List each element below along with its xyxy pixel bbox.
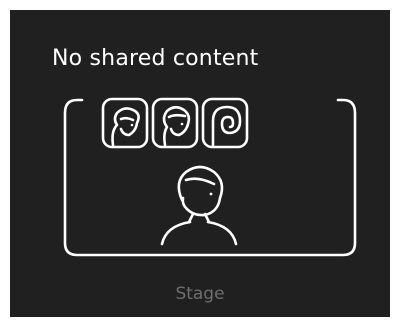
- participant-avatar-icon: [101, 97, 149, 149]
- stage-frame-icon: [63, 98, 357, 257]
- stage-label: Stage: [175, 284, 225, 304]
- presenter-avatar-icon: [160, 165, 238, 246]
- stage-frame-bracket: [63, 98, 357, 257]
- stage-illustration: [63, 97, 357, 257]
- participant-avatar-icon: [151, 97, 199, 149]
- participant-avatar-icon: [201, 97, 249, 149]
